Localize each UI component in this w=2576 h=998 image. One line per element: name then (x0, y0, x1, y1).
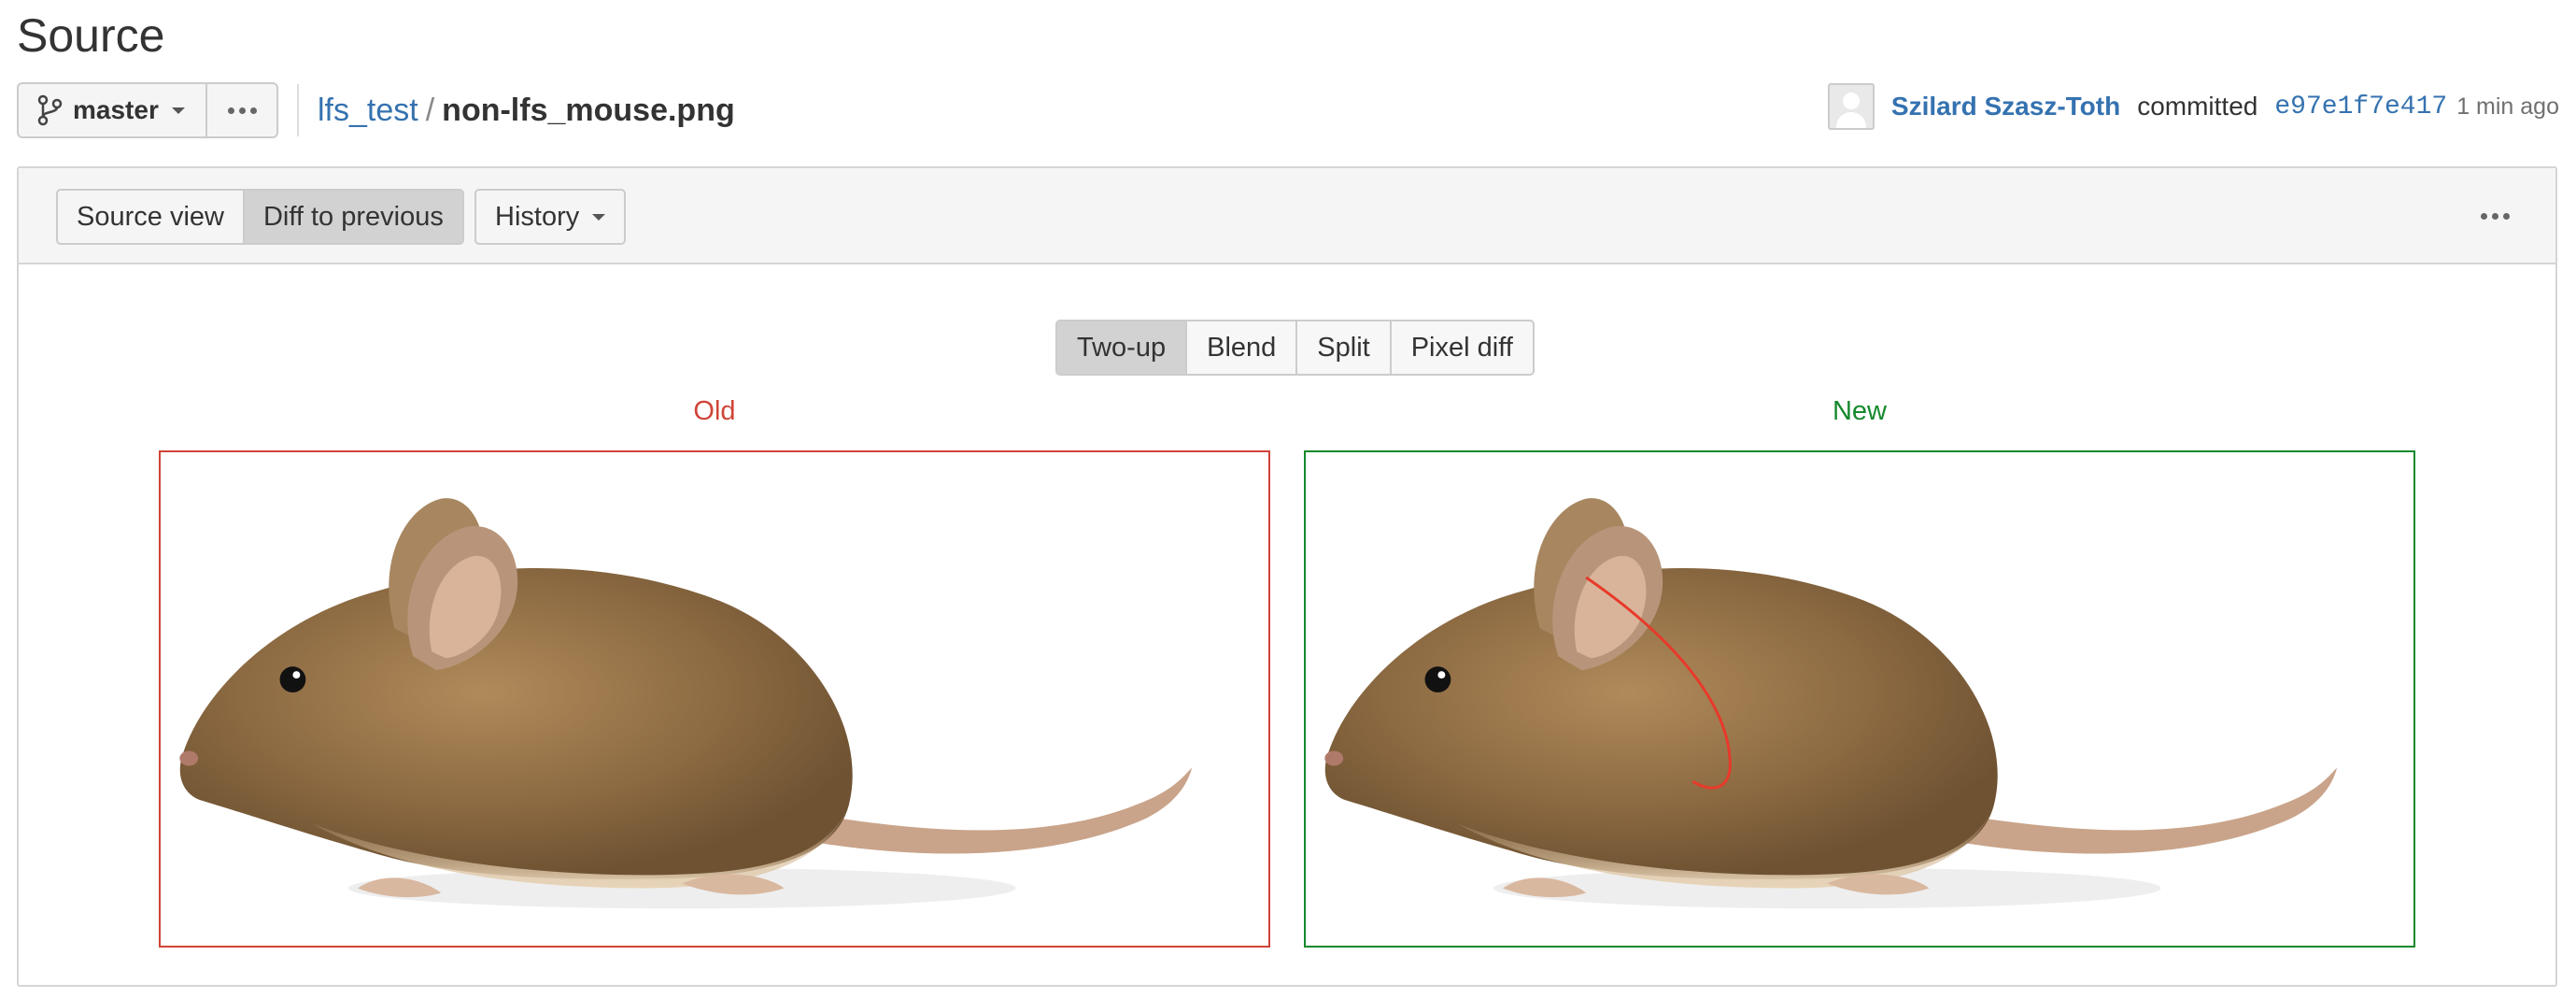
diff-mode-group: Two-up Blend Split Pixel diff (1055, 320, 1535, 376)
caret-down-icon (171, 107, 185, 114)
history-button[interactable]: History (474, 189, 627, 245)
new-image-label: New (1832, 396, 1887, 426)
branch-name: master (73, 95, 159, 124)
mouse-image (1324, 498, 2338, 909)
commit-time: 1 min ago (2456, 93, 2559, 120)
page-title: Source (17, 9, 165, 62)
breadcrumb-separator: / (425, 93, 435, 128)
branch-actions-button[interactable] (207, 82, 278, 138)
more-icon (227, 107, 257, 114)
avatar-body (1835, 112, 1866, 128)
avatar-icon (1842, 93, 1860, 109)
source-view-button[interactable]: Source view (56, 189, 245, 245)
history-label: History (495, 201, 580, 232)
breadcrumb: lfs_test / non-lfs_mouse.png (318, 88, 735, 133)
view-toggle: Source view Diff to previous (56, 189, 464, 245)
file-toolbar: master lfs_test / non-lfs_mouse.png Szilar… (17, 82, 2559, 138)
branch-icon (37, 94, 63, 126)
avatar[interactable] (1827, 83, 1875, 130)
panel-more-button[interactable] (2471, 202, 2518, 230)
split-button[interactable]: Split (1295, 320, 1392, 376)
caret-down-icon (592, 213, 606, 221)
commit-hash-link[interactable]: e97e1f7e417 (2274, 93, 2447, 121)
mouse-image (179, 498, 1193, 909)
panel-header: Source view Diff to previous History (19, 168, 2555, 264)
branch-selector-group: master (17, 82, 278, 138)
toolbar-divider (297, 84, 299, 136)
pixel-diff-button[interactable]: Pixel diff (1389, 320, 1535, 376)
new-image (1304, 450, 2415, 948)
commit-info: Szilard Szasz-Toth committed e97e1f7e417… (1827, 82, 2559, 131)
old-image-label: Old (693, 396, 736, 426)
breadcrumb-file-name: non-lfs_mouse.png (442, 93, 735, 128)
author-link[interactable]: Szilard Szasz-Toth (1891, 92, 2120, 121)
two-up-button[interactable]: Two-up (1055, 320, 1188, 376)
diff-to-previous-button[interactable]: Diff to previous (244, 189, 464, 245)
blend-button[interactable]: Blend (1185, 320, 1298, 376)
breadcrumb-repo-link[interactable]: lfs_test (318, 93, 418, 128)
branch-selector-button[interactable]: master (17, 82, 207, 138)
old-image (159, 450, 1270, 948)
more-icon (2480, 212, 2510, 220)
file-content-panel: Source view Diff to previous History Two… (17, 166, 2557, 987)
commit-action: committed (2137, 92, 2258, 121)
